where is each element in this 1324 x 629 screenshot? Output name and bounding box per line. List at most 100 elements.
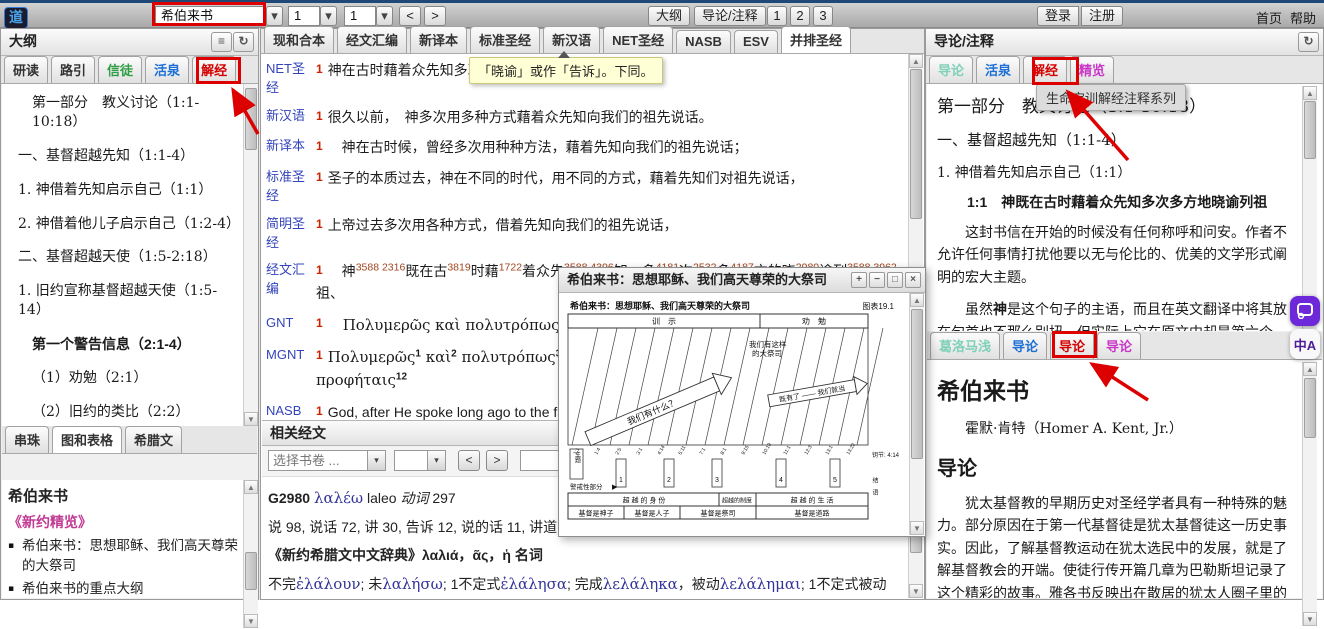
verse-body[interactable]: 1圣子的本质过去，神在不同的时代，用不同的方式，藉着先知们对祖先说话， bbox=[316, 168, 904, 206]
resource-tab-1[interactable]: 图和表格 bbox=[52, 426, 122, 453]
app-logo-icon[interactable]: 道 bbox=[4, 7, 28, 29]
verse-body[interactable]: 1很久以前， 神多次用多种方式藉着众先知向我们的祖先说话。 bbox=[316, 107, 904, 129]
introduction-scrollbar[interactable]: ▲ ▼ bbox=[1302, 362, 1317, 626]
outline-item[interactable]: 1. 旧约宣称基督超越天使（1:5-14） bbox=[10, 282, 237, 320]
outline-tab-1[interactable]: 路引 bbox=[51, 56, 95, 83]
resource-link[interactable]: ▪希伯来书的重点大纲 bbox=[8, 580, 239, 598]
zoom-out-icon[interactable]: − bbox=[869, 272, 885, 288]
introduction-tab-1[interactable]: 导论 bbox=[1003, 332, 1047, 359]
columns-1-button[interactable]: 1 bbox=[767, 6, 787, 26]
home-link[interactable]: 首页 bbox=[1256, 8, 1282, 27]
columns-3-button[interactable]: 3 bbox=[813, 6, 833, 26]
verse-body[interactable]: 1 神在古时候，曾经多次用种种方法，藉着先知向我们的祖先说话； bbox=[316, 137, 904, 159]
scroll-up-icon[interactable]: ▲ bbox=[244, 480, 258, 494]
version-label[interactable]: MGNT bbox=[266, 346, 316, 393]
resources-scrollbar[interactable]: ▲ ▼ bbox=[243, 480, 258, 628]
version-tab-8[interactable]: 并排圣经 bbox=[781, 26, 851, 53]
outline-tab-0[interactable]: 研读 bbox=[4, 56, 48, 83]
close-icon[interactable]: × bbox=[905, 272, 921, 288]
introduction-tab-3[interactable]: 导论 bbox=[1097, 332, 1141, 359]
scrollbar-thumb[interactable] bbox=[911, 309, 923, 459]
version-label[interactable]: 新汉语 bbox=[266, 107, 316, 129]
commentary-scrollbar[interactable]: ▲ bbox=[1302, 86, 1317, 330]
commentary-tab-1[interactable]: 活泉 bbox=[976, 56, 1020, 83]
prev-verse-button[interactable]: < bbox=[399, 6, 421, 26]
next-verse-button[interactable]: > bbox=[424, 6, 446, 26]
zoom-in-icon[interactable]: + bbox=[851, 272, 867, 288]
dropdown-icon[interactable]: ▾ bbox=[367, 451, 385, 470]
scroll-down-icon[interactable]: ▼ bbox=[910, 521, 924, 535]
introduction-tab-0[interactable]: 葛洛马浅 bbox=[930, 332, 1000, 359]
commentary-section-2[interactable]: 一、基督超越先知（1:1-4） bbox=[937, 129, 1296, 150]
popup-scrollbar[interactable]: ▲ ▼ bbox=[909, 293, 924, 535]
commentary-tab-3[interactable]: 精览 bbox=[1070, 56, 1114, 83]
chapter-selector[interactable]: 1 bbox=[288, 6, 320, 26]
outline-tab-3[interactable]: 活泉 bbox=[145, 56, 189, 83]
scrollbar-thumb[interactable] bbox=[1304, 101, 1316, 159]
verse-selector[interactable]: 1 bbox=[344, 6, 376, 26]
outline-toggle-button[interactable]: 大纲 bbox=[648, 6, 690, 26]
dropdown-icon[interactable]: ▾ bbox=[427, 451, 445, 470]
version-label[interactable]: 简明圣经 bbox=[266, 215, 316, 253]
scrollbar-thumb[interactable] bbox=[245, 552, 257, 590]
version-tab-4[interactable]: 新汉语 bbox=[543, 26, 600, 53]
scrollbar-thumb[interactable] bbox=[1304, 378, 1316, 438]
related-prev-button[interactable]: < bbox=[458, 450, 480, 471]
resource-link[interactable]: ▪希伯来书：思想耶稣、我们高天尊荣的大祭司 bbox=[8, 537, 239, 576]
resource-tab-2[interactable]: 希腊文 bbox=[125, 426, 182, 453]
version-label[interactable]: GNT bbox=[266, 314, 316, 337]
footnote-sup[interactable]: 12 bbox=[396, 372, 407, 383]
scroll-down-icon[interactable]: ▼ bbox=[244, 412, 258, 426]
translate-fab[interactable]: 中A bbox=[1290, 329, 1320, 359]
version-label[interactable]: 新译本 bbox=[266, 137, 316, 159]
scroll-up-icon[interactable]: ▲ bbox=[1303, 362, 1317, 376]
commentary-toggle-button[interactable]: 导论/注释 bbox=[694, 6, 766, 26]
commentary-tab-0[interactable]: 导论 bbox=[929, 56, 973, 83]
list-icon[interactable]: ≡ bbox=[211, 32, 232, 52]
columns-2-button[interactable]: 2 bbox=[790, 6, 810, 26]
help-link[interactable]: 帮助 bbox=[1290, 8, 1316, 27]
verse-body[interactable]: 1上帝过去多次用各种方式，借着先知向我们的祖先说话， bbox=[316, 215, 904, 253]
version-label[interactable]: NET圣经 bbox=[266, 60, 316, 98]
scrollbar-thumb[interactable] bbox=[910, 69, 922, 219]
strong-number[interactable]: 3588 2316 bbox=[356, 262, 406, 274]
book-selector[interactable]: 希伯来书 bbox=[155, 6, 265, 26]
scrollbar-thumb[interactable] bbox=[245, 88, 257, 150]
outline-item[interactable]: （2）旧约的类比（2:2） bbox=[10, 403, 237, 422]
outline-tab-4[interactable]: 解经 bbox=[192, 56, 236, 83]
chapter-select[interactable]: ▾ bbox=[394, 450, 446, 471]
version-label[interactable]: 经文汇编 bbox=[266, 261, 316, 304]
refresh-icon[interactable]: ↻ bbox=[1298, 32, 1319, 52]
outline-item[interactable]: 二、基督超越天使（1:5-2:18） bbox=[10, 248, 237, 267]
popout-icon[interactable]: □ bbox=[887, 272, 903, 288]
version-tab-6[interactable]: NASB bbox=[676, 30, 731, 53]
resource-tab-0[interactable]: 串珠 bbox=[5, 426, 49, 453]
book-dropdown-icon[interactable]: ▾ bbox=[266, 6, 283, 26]
related-next-button[interactable]: > bbox=[486, 450, 508, 471]
version-tab-7[interactable]: ESV bbox=[734, 30, 778, 53]
strong-number[interactable]: 3819 bbox=[447, 262, 470, 274]
chapter-dropdown-icon[interactable]: ▾ bbox=[320, 6, 337, 26]
commentary-tab-2[interactable]: 解经 bbox=[1023, 56, 1067, 83]
outline-item[interactable]: 第一个警告信息（2:1-4） bbox=[10, 335, 237, 354]
chart-popup-window[interactable]: 希伯来书：思想耶稣、我们高天尊荣的大祭司 + − □ × 希伯来书：思想耶稣、我… bbox=[558, 267, 926, 537]
screenshot-translate-fab[interactable] bbox=[1290, 296, 1320, 326]
outline-item[interactable]: 2. 神借着他儿子启示自己（1:2-4） bbox=[10, 215, 237, 234]
refresh-icon[interactable]: ↻ bbox=[233, 32, 254, 52]
outline-tab-2[interactable]: 信徒 bbox=[98, 56, 142, 83]
version-tab-0[interactable]: 现和合本 bbox=[264, 26, 334, 53]
outline-scrollbar[interactable]: ▼ bbox=[243, 84, 258, 426]
outline-item[interactable]: 第一部分 教义讨论（1:1-10:18） bbox=[10, 94, 237, 132]
strong-number[interactable]: 1722 bbox=[499, 262, 522, 274]
scroll-down-icon[interactable]: ▼ bbox=[909, 584, 923, 598]
version-tab-3[interactable]: 标准圣经 bbox=[470, 26, 540, 53]
introduction-tab-2[interactable]: 导论 bbox=[1050, 332, 1094, 359]
outline-item[interactable]: 1. 神借着先知启示自己（1:1） bbox=[10, 181, 237, 200]
outline-item[interactable]: （1）劝勉（2:1） bbox=[10, 369, 237, 388]
scroll-up-icon[interactable]: ▲ bbox=[909, 54, 923, 68]
outline-item[interactable]: 一、基督超越先知（1:1-4） bbox=[10, 147, 237, 166]
version-tab-5[interactable]: NET圣经 bbox=[603, 26, 673, 53]
verse-dropdown-icon[interactable]: ▾ bbox=[376, 6, 393, 26]
version-label[interactable]: 标准圣经 bbox=[266, 168, 316, 206]
commentary-section-3[interactable]: 1. 神借着先知启示自己（1:1） bbox=[937, 162, 1296, 182]
